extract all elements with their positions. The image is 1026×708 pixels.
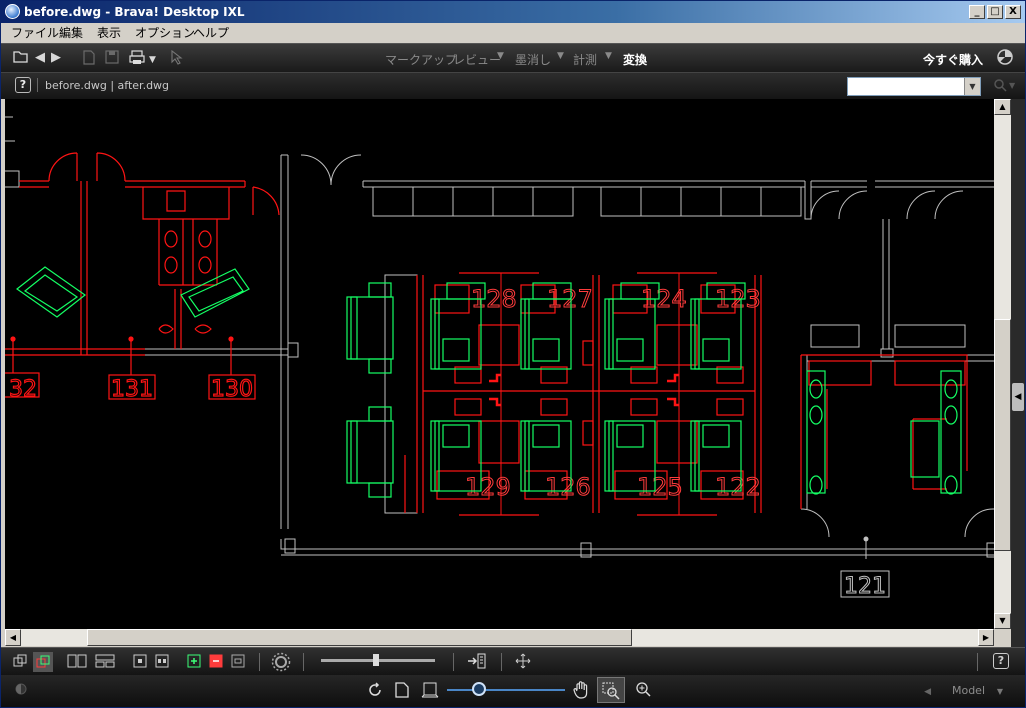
scroll-right-arrow-icon[interactable]: ▶	[978, 629, 994, 646]
search-dropdown-icon[interactable]: ▼	[964, 78, 980, 95]
document-tab-bar: ? before.dwg | after.dwg ▼ ▼	[1, 72, 1025, 99]
pan-hand-icon[interactable]	[573, 681, 589, 703]
main-toolbar: ◀ ▶ ▼ マークアップ レビュー ▼ 墨消し ▼ 計測 ▼ 変換 今すぐ購入	[1, 43, 1025, 72]
compare-help-icon[interactable]: ?	[993, 653, 1009, 669]
show-deletions-icon[interactable]	[209, 654, 223, 672]
room-label-130: 130	[211, 377, 253, 402]
scroll-left-arrow-icon[interactable]: ◀	[5, 629, 21, 646]
show-unchanged-icon[interactable]	[231, 654, 245, 672]
gear-icon[interactable]	[271, 652, 291, 676]
open-folder-icon[interactable]	[13, 50, 29, 69]
divider	[501, 653, 502, 671]
view-single-icon[interactable]	[133, 654, 147, 672]
overlay-view-icon[interactable]	[13, 654, 27, 672]
zoom-slider-handle[interactable]	[471, 682, 486, 696]
status-indicator-icon	[15, 683, 27, 699]
split-view-icon[interactable]	[95, 654, 115, 672]
forward-arrow-icon[interactable]: ▶	[51, 50, 61, 66]
select-cursor-icon[interactable]	[171, 49, 183, 70]
zoom-slider[interactable]	[447, 689, 565, 691]
mode-review[interactable]: レビュー	[453, 51, 501, 68]
menu-file[interactable]: ファイル	[11, 23, 59, 43]
divider	[37, 78, 38, 92]
navigation-toolbar: ◀ Model ▼	[1, 675, 1025, 707]
vertical-scroll-thumb[interactable]	[994, 319, 1011, 551]
fit-page-icon[interactable]	[395, 682, 409, 702]
zoom-window-icon[interactable]	[597, 677, 625, 703]
mode-redact[interactable]: 墨消し	[515, 51, 551, 68]
cubicle-label-126: 126	[545, 473, 591, 501]
model-selector[interactable]: Model	[952, 684, 985, 697]
divider	[303, 653, 304, 671]
view-double-icon[interactable]	[155, 654, 169, 672]
rotate-icon[interactable]	[367, 682, 383, 702]
divider	[453, 653, 454, 671]
export-report-icon[interactable]	[467, 653, 487, 673]
horizontal-scrollbar[interactable]: ◀ ▶	[5, 629, 994, 646]
mode-markup[interactable]: マークアップ	[385, 51, 457, 68]
room-label-121: 121	[844, 574, 886, 599]
file-tabs[interactable]: before.dwg | after.dwg	[45, 79, 169, 92]
side-panel-handle: ◀	[1011, 99, 1025, 647]
scroll-up-arrow-icon[interactable]: ▲	[994, 99, 1011, 115]
redact-dropdown-icon[interactable]: ▼	[557, 51, 564, 61]
compare-toolbar: ?	[1, 647, 1025, 675]
save-disk-icon[interactable]	[105, 50, 119, 69]
buy-now-button[interactable]: 今すぐ購入	[923, 51, 983, 68]
menu-edit[interactable]: 編集	[59, 23, 83, 43]
menu-options[interactable]: オプション	[135, 23, 195, 43]
search-options-icon[interactable]: ▼	[1009, 78, 1015, 94]
divider	[259, 653, 260, 671]
overlay-color-icon[interactable]	[33, 652, 53, 672]
side-by-side-icon[interactable]	[67, 654, 87, 672]
model-dropdown-icon[interactable]: ▼	[997, 684, 1003, 700]
drawing-canvas[interactable]: 121 32 131 130 128 127 124 123 129 126 1…	[5, 99, 994, 629]
horizontal-scroll-thumb[interactable]	[87, 629, 632, 646]
new-document-icon[interactable]	[83, 50, 95, 70]
print-icon[interactable]	[129, 50, 145, 70]
pan-move-icon[interactable]	[515, 653, 531, 673]
search-icon[interactable]	[993, 78, 1007, 97]
search-input[interactable]: ▼	[847, 77, 981, 96]
cubicle-label-122: 122	[715, 473, 761, 501]
divider	[977, 653, 978, 671]
maximize-button[interactable]: □	[987, 5, 1003, 19]
review-dropdown-icon[interactable]: ▼	[497, 51, 504, 61]
title-bar[interactable]: before.dwg - Brava! Desktop IXL _ □ X	[1, 1, 1025, 23]
model-prev-icon[interactable]: ◀	[924, 684, 931, 700]
close-button[interactable]: X	[1005, 5, 1021, 19]
application-window: before.dwg - Brava! Desktop IXL _ □ X ファ…	[0, 0, 1026, 708]
cubicle-label-129: 129	[465, 473, 511, 501]
brava-logo-icon	[997, 49, 1013, 70]
window-title: before.dwg - Brava! Desktop IXL	[24, 5, 245, 19]
brava-app-icon[interactable]	[5, 4, 20, 19]
back-arrow-icon[interactable]: ◀	[35, 50, 45, 66]
fit-width-icon[interactable]	[421, 682, 439, 702]
minimize-button[interactable]: _	[969, 5, 985, 19]
menu-bar: ファイル 編集 表示 オプション ヘルプ	[1, 23, 1025, 43]
room-label-131: 131	[111, 377, 153, 402]
cubicle-label-125: 125	[637, 473, 683, 501]
show-additions-icon[interactable]	[187, 654, 201, 672]
mode-measure[interactable]: 計測	[573, 51, 597, 68]
cad-drawing: 121 32 131 130 128 127 124 123 129 126 1…	[5, 116, 994, 600]
mode-convert[interactable]: 変換	[623, 51, 647, 68]
zoom-in-icon[interactable]	[635, 681, 651, 701]
room-label-32: 32	[9, 377, 37, 402]
print-dropdown-icon[interactable]: ▼	[149, 52, 156, 68]
slider-handle[interactable]	[373, 654, 379, 666]
menu-view[interactable]: 表示	[97, 23, 121, 43]
measure-dropdown-icon[interactable]: ▼	[605, 51, 612, 61]
scroll-down-arrow-icon[interactable]: ▼	[994, 613, 1011, 629]
vertical-scrollbar[interactable]: ▲ ▼	[994, 99, 1011, 629]
menu-help[interactable]: ヘルプ	[193, 23, 229, 43]
expand-side-panel-icon[interactable]: ◀	[1012, 383, 1024, 411]
help-button[interactable]: ?	[15, 77, 31, 93]
